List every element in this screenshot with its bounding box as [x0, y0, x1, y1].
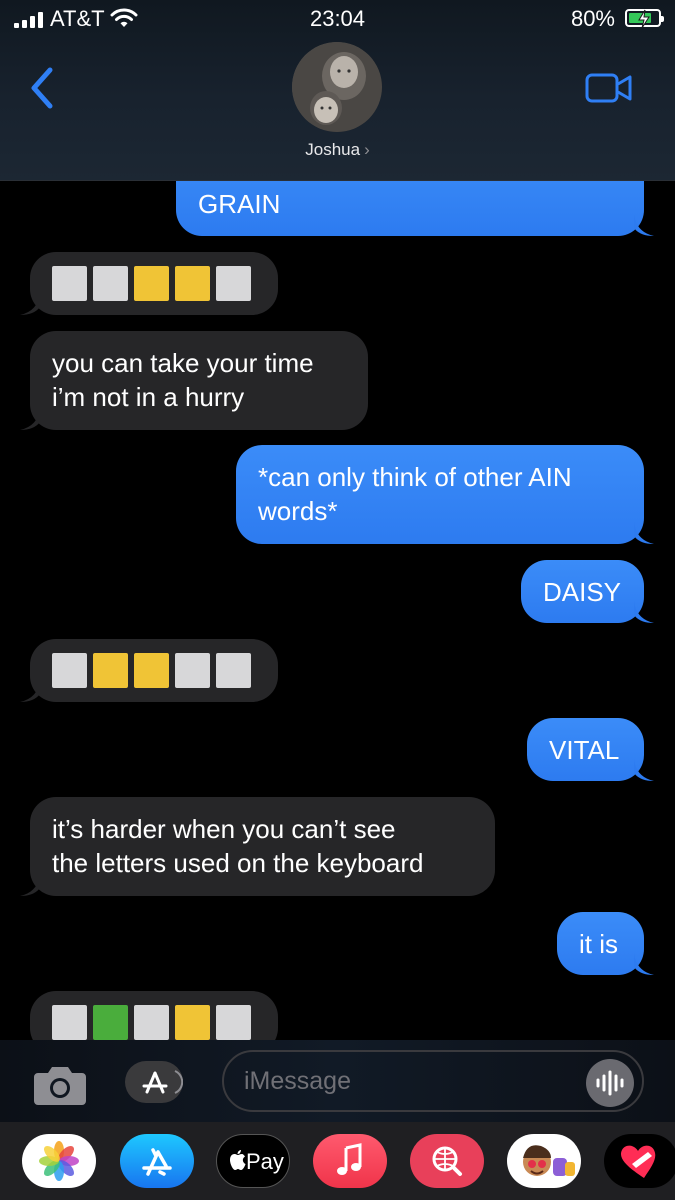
outgoing-message[interactable]: GRAIN [176, 181, 654, 236]
wordle-tile-gray [52, 266, 87, 301]
wordle-tile-gray [216, 266, 251, 301]
web-search-icon[interactable] [410, 1134, 484, 1188]
outgoing-message[interactable]: it is [557, 912, 654, 975]
camera-icon[interactable] [32, 1063, 88, 1105]
message-line: *can only think of other AIN [258, 462, 572, 492]
wordle-tile-yellow [93, 653, 128, 688]
contact-name-button[interactable]: Joshua › [0, 140, 675, 160]
digital-touch-icon[interactable] [604, 1134, 675, 1188]
contact-name: Joshua [305, 140, 361, 159]
incoming-tiles-message[interactable] [30, 991, 278, 1040]
app-store-icon[interactable] [120, 1134, 194, 1188]
apple-pay-icon[interactable]: Pay [216, 1134, 290, 1188]
battery-icon [625, 9, 664, 29]
music-icon[interactable] [313, 1134, 387, 1188]
wordle-tile-gray [93, 266, 128, 301]
wordle-tile-gray [134, 1005, 169, 1040]
message-text: VITAL [549, 735, 620, 765]
incoming-message[interactable]: you can take your time i’m not in a hurr… [20, 331, 368, 430]
message-text: DAISY [543, 577, 622, 607]
back-chevron-icon[interactable] [28, 66, 58, 110]
battery-percent: 80% [570, 6, 615, 31]
wordle-tile-gray [175, 653, 210, 688]
status-bar: AT&T 23:04 80% [0, 6, 675, 36]
message-line: the letters used on the keyboard [52, 848, 424, 878]
wordle-tile-green [93, 1005, 128, 1040]
wordle-tile-gray [216, 653, 251, 688]
conversation-header: AT&T 23:04 80% Joshua › [0, 0, 675, 181]
chevron-right-icon: › [364, 140, 370, 159]
incoming-message[interactable]: it’s harder when you can’t see the lette… [20, 797, 495, 896]
wordle-tile-yellow [175, 1005, 210, 1040]
message-line: you can take your time [52, 348, 314, 378]
outgoing-message[interactable]: DAISY [521, 560, 654, 623]
outgoing-message[interactable]: *can only think of other AIN words* [236, 445, 654, 544]
apple-pay-label: Pay [246, 1149, 284, 1174]
message-line: words* [258, 496, 338, 526]
app-store-drawer-button[interactable] [125, 1061, 184, 1103]
incoming-tiles-message[interactable] [20, 252, 278, 315]
memoji-icon[interactable] [507, 1134, 581, 1188]
video-call-icon[interactable] [585, 72, 633, 104]
audio-message-icon[interactable] [586, 1059, 634, 1107]
message-text: it is [579, 929, 618, 959]
imessage-input[interactable] [222, 1050, 644, 1112]
message-list[interactable]: GRAIN you can take your time i’m not in … [0, 181, 675, 1040]
wordle-tile-yellow [175, 266, 210, 301]
wordle-tile-yellow [134, 266, 169, 301]
photos-icon[interactable] [22, 1134, 96, 1188]
incoming-tiles-message[interactable] [20, 639, 278, 702]
outgoing-message[interactable]: VITAL [527, 718, 654, 781]
message-line: it’s harder when you can’t see [52, 814, 396, 844]
wordle-tile-gray [216, 1005, 251, 1040]
message-line: i’m not in a hurry [52, 382, 245, 412]
wordle-tile-gray [52, 1005, 87, 1040]
compose-bar [0, 1040, 675, 1122]
message-text: GRAIN [198, 189, 281, 219]
wordle-tile-gray [52, 653, 87, 688]
wordle-tile-yellow [134, 653, 169, 688]
app-drawer: Pay [0, 1122, 675, 1200]
contact-avatar[interactable] [292, 42, 382, 132]
